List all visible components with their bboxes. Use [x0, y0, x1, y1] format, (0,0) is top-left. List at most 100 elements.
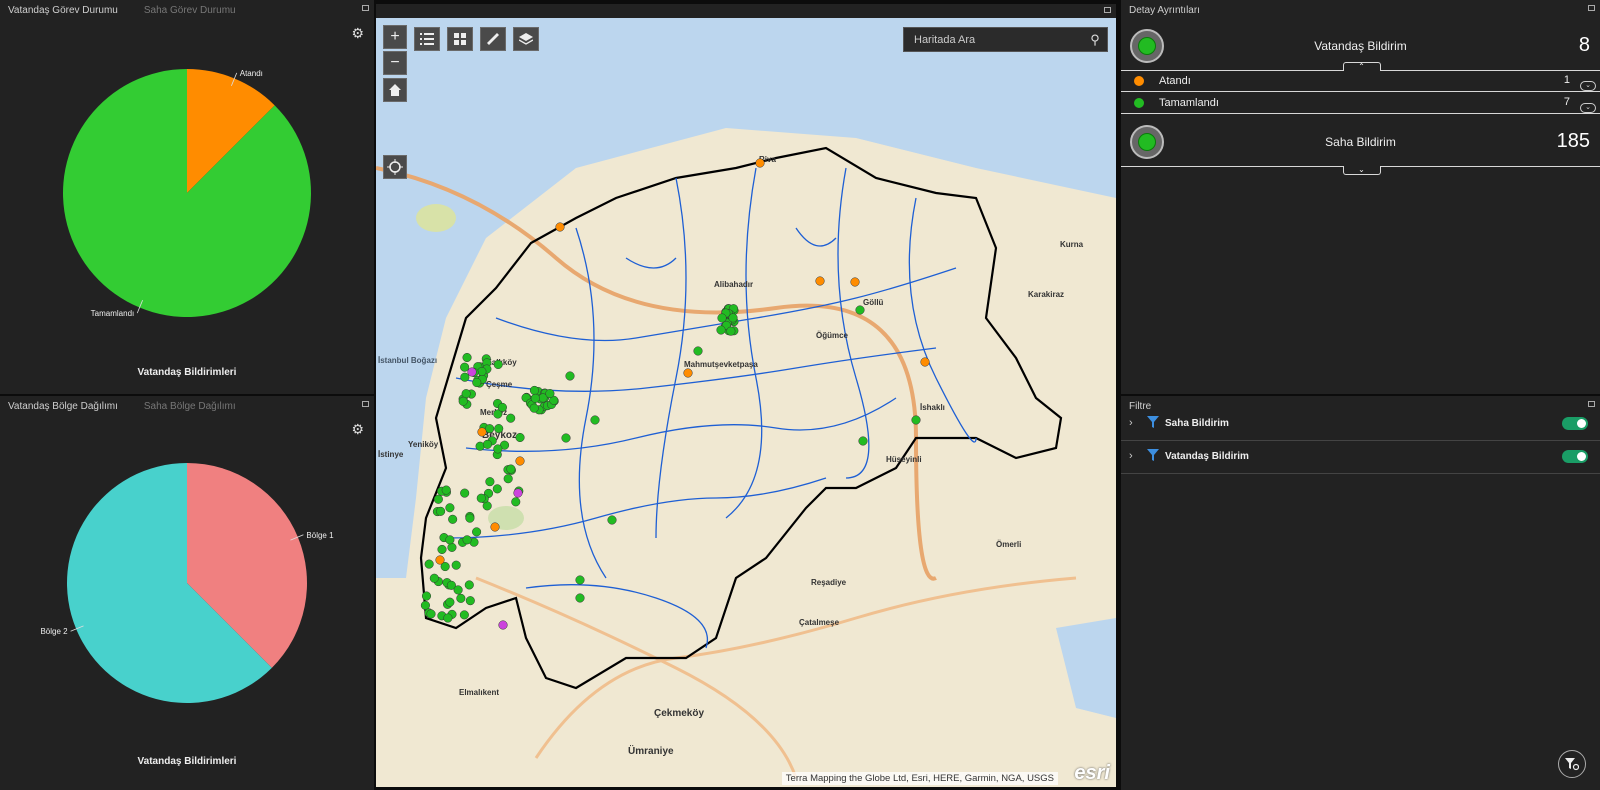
- map-point-completed[interactable]: [485, 477, 495, 487]
- locate-button[interactable]: [383, 155, 407, 179]
- map-point-other[interactable]: [513, 488, 523, 498]
- map-point-assigned[interactable]: [920, 357, 930, 367]
- map-point-completed[interactable]: [858, 436, 868, 446]
- maximize-icon[interactable]: [362, 5, 369, 11]
- field-report-row[interactable]: Saha Bildirim 185: [1121, 120, 1600, 167]
- map-point-completed[interactable]: [494, 424, 504, 434]
- map-point-completed[interactable]: [465, 513, 475, 523]
- map-point-completed[interactable]: [424, 559, 434, 569]
- filter-item-citizen[interactable]: › Vatandaş Bildirim: [1121, 441, 1600, 474]
- map-point-completed[interactable]: [493, 359, 503, 370]
- map-point-assigned[interactable]: [435, 555, 445, 565]
- map-point-completed[interactable]: [451, 560, 461, 570]
- map-point-completed[interactable]: [506, 413, 516, 423]
- map-point-completed[interactable]: [462, 535, 472, 545]
- map-point-completed[interactable]: [461, 389, 471, 399]
- maximize-icon[interactable]: [1588, 5, 1595, 11]
- map-point-completed[interactable]: [726, 326, 736, 336]
- tab-citizen-region[interactable]: Vatandaş Bölge Dağılımı: [8, 401, 118, 412]
- chevron-right-icon[interactable]: ›: [1129, 417, 1133, 429]
- map-point-completed[interactable]: [476, 493, 486, 503]
- map-point-completed[interactable]: [421, 591, 432, 601]
- map-point-assigned[interactable]: [515, 456, 525, 466]
- home-button[interactable]: [383, 78, 407, 102]
- map-point-completed[interactable]: [460, 488, 470, 498]
- tab-field-region[interactable]: Saha Bölge Dağılımı: [144, 401, 236, 412]
- map-point-completed[interactable]: [485, 424, 495, 434]
- map-point-completed[interactable]: [497, 402, 507, 412]
- map-point-completed[interactable]: [426, 609, 436, 619]
- search-icon[interactable]: ⚲: [1083, 32, 1107, 48]
- list-item[interactable]: Atandı 1 ⌄: [1121, 71, 1600, 92]
- filter-toggle[interactable]: [1562, 417, 1588, 430]
- map-point-completed[interactable]: [511, 497, 521, 507]
- map-point-completed[interactable]: [545, 389, 555, 399]
- collapse-button[interactable]: ⌃: [1342, 62, 1381, 71]
- map-point-completed[interactable]: [462, 352, 472, 363]
- maximize-icon[interactable]: [362, 401, 369, 407]
- map-point-completed[interactable]: [429, 573, 439, 583]
- map-point-completed[interactable]: [515, 432, 525, 443]
- expand-button[interactable]: ⌄: [1342, 166, 1381, 175]
- map-point-assigned[interactable]: [555, 222, 565, 232]
- map-point-completed[interactable]: [459, 610, 469, 620]
- map-point-completed[interactable]: [447, 542, 457, 552]
- map-point-completed[interactable]: [441, 485, 451, 495]
- map-point-completed[interactable]: [460, 372, 470, 382]
- filter-toggle[interactable]: [1562, 450, 1588, 463]
- map-point-completed[interactable]: [529, 385, 539, 395]
- map-point-other[interactable]: [498, 620, 508, 630]
- tab-citizen-task-status[interactable]: Vatandaş Görev Durumu: [8, 5, 118, 16]
- map-point-completed[interactable]: [506, 464, 516, 474]
- map-point-completed[interactable]: [433, 494, 443, 504]
- zoom-in-button[interactable]: +: [383, 25, 407, 49]
- map-point-completed[interactable]: [561, 433, 571, 443]
- map-point-completed[interactable]: [465, 596, 475, 606]
- map-point-completed[interactable]: [911, 415, 921, 425]
- map-point-completed[interactable]: [575, 575, 585, 585]
- tab-field-task-status[interactable]: Saha Görev Durumu: [144, 5, 236, 16]
- map-point-completed[interactable]: [456, 593, 466, 603]
- map-point-assigned[interactable]: [477, 427, 487, 437]
- map-point-completed[interactable]: [453, 585, 463, 595]
- maximize-icon[interactable]: [1104, 7, 1111, 13]
- measure-button[interactable]: [480, 27, 506, 51]
- map-point-completed[interactable]: [530, 393, 540, 403]
- map-point-completed[interactable]: [565, 371, 575, 381]
- citizen-report-row[interactable]: Vatandaş Bildirim 8 ⌃: [1121, 24, 1600, 71]
- chevron-down-icon[interactable]: ⌄: [1580, 103, 1596, 113]
- map-view[interactable]: Alibahadır Mahmutşevketpaşa Öğümce Göllü…: [376, 18, 1116, 787]
- map-point-completed[interactable]: [693, 346, 703, 356]
- chevron-down-icon[interactable]: ⌄: [1580, 81, 1596, 91]
- map-point-completed[interactable]: [492, 484, 502, 494]
- map-point-completed[interactable]: [443, 613, 453, 623]
- map-point-completed[interactable]: [575, 593, 585, 603]
- legend-button[interactable]: [414, 27, 440, 51]
- map-search-input[interactable]: [904, 32, 1083, 47]
- map-point-completed[interactable]: [445, 597, 455, 607]
- maximize-icon[interactable]: [1588, 401, 1595, 407]
- map-point-completed[interactable]: [445, 535, 455, 545]
- map-point-completed[interactable]: [855, 305, 865, 315]
- map-point-assigned[interactable]: [683, 368, 693, 378]
- layers-button[interactable]: [513, 27, 539, 51]
- map-point-assigned[interactable]: [490, 522, 500, 532]
- map-point-completed[interactable]: [477, 366, 487, 377]
- chevron-right-icon[interactable]: ›: [1129, 450, 1133, 462]
- list-item[interactable]: Tamamlandı 7 ⌄: [1121, 93, 1600, 114]
- map-search[interactable]: ⚲: [903, 27, 1108, 52]
- zoom-out-button[interactable]: −: [383, 51, 407, 75]
- map-point-completed[interactable]: [607, 515, 617, 525]
- map-point-completed[interactable]: [460, 362, 470, 372]
- map-point-completed[interactable]: [472, 377, 482, 388]
- map-point-completed[interactable]: [529, 403, 539, 413]
- map-point-completed[interactable]: [445, 503, 455, 513]
- map-point-completed[interactable]: [472, 527, 482, 537]
- map-point-completed[interactable]: [503, 474, 513, 484]
- map-point-assigned[interactable]: [850, 277, 860, 287]
- reset-filter-button[interactable]: [1558, 750, 1586, 778]
- map-point-completed[interactable]: [590, 415, 600, 425]
- map-point-completed[interactable]: [717, 313, 727, 323]
- map-point-completed[interactable]: [437, 544, 447, 554]
- filter-item-field[interactable]: › Saha Bildirim: [1121, 408, 1600, 441]
